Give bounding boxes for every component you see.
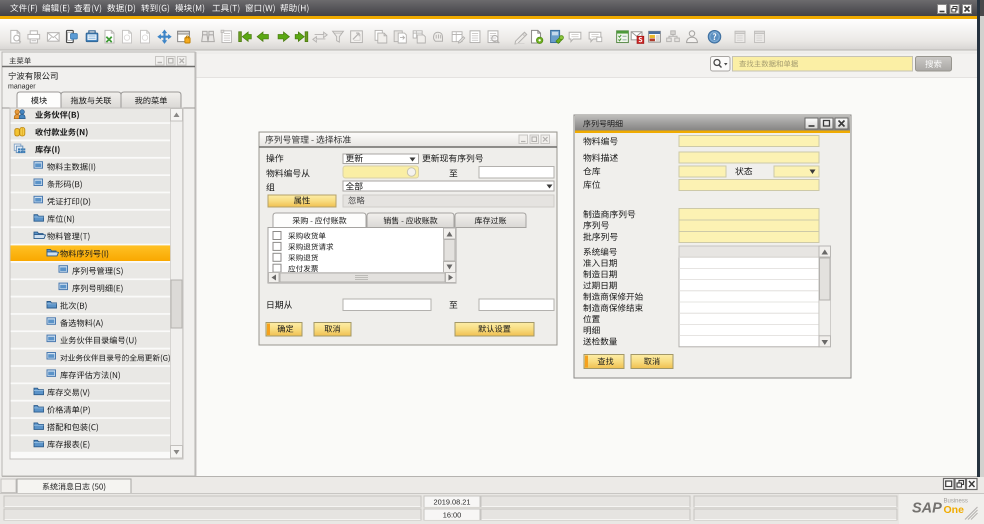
- svg-text:manager: manager: [8, 84, 36, 91]
- svg-text:2019.08.21: 2019.08.21: [434, 498, 471, 507]
- svg-text:SAP: SAP: [912, 501, 942, 517]
- svg-text:16:00: 16:00: [443, 511, 462, 520]
- svg-text:One: One: [944, 504, 965, 516]
